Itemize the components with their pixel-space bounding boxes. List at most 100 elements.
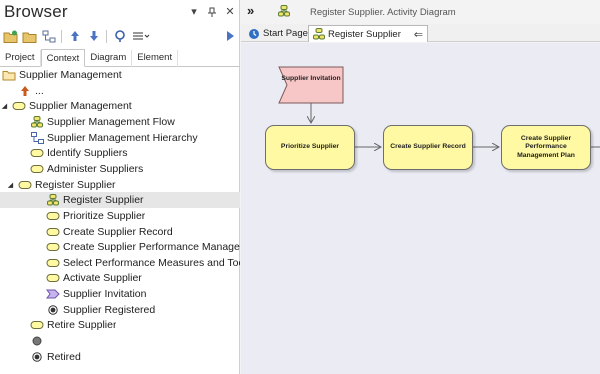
tree-item[interactable]: Register Supplier <box>0 192 240 208</box>
tree-item-label: Supplier Management <box>19 68 122 81</box>
browser-toolbar <box>0 27 240 45</box>
node-supplier-invitation[interactable]: Supplier Invitation <box>279 75 343 84</box>
tree-item-label: Retire Supplier <box>47 318 117 331</box>
browser-window-controls: ▾ ✕ <box>187 5 237 19</box>
node-prioritize-supplier[interactable]: Prioritize Supplier <box>265 125 355 170</box>
tree-item[interactable]: ◢ Supplier Management <box>0 98 240 114</box>
tree-item-label: Create Supplier Performance Managem <box>63 240 240 253</box>
tree-item[interactable]: ◢ Register Supplier <box>0 177 240 193</box>
dropdown-icon[interactable]: ▾ <box>187 5 201 19</box>
tree-item-label: Register Supplier <box>35 178 116 191</box>
tree-item[interactable]: Retire Supplier <box>0 317 240 333</box>
tree-item-label: Select Performance Measures and Tool <box>63 256 240 269</box>
tree-item[interactable]: Administer Suppliers <box>0 161 240 177</box>
diagram-title: Register Supplier. Activity Diagram <box>310 7 456 18</box>
activity-icon <box>30 319 44 331</box>
tree-item-label: Supplier Management Flow <box>47 115 175 128</box>
toolbar-separator <box>106 29 107 43</box>
tree-item-label: Create Supplier Record <box>63 225 173 238</box>
browser-tree: Supplier Management... ◢ Supplier Manageme… <box>0 67 240 374</box>
initial-node-icon <box>30 335 44 347</box>
activity-diagram-icon <box>46 193 60 206</box>
activity-icon <box>30 147 44 159</box>
tab-element[interactable]: Element <box>132 50 179 67</box>
tree-item-label: Supplier Management Hierarchy <box>47 131 198 144</box>
document-tabs: Start Page Register Supplier ⇐ <box>241 24 600 42</box>
tree-item-label: Supplier Management <box>29 99 132 112</box>
activity-icon <box>46 272 60 284</box>
tree-item[interactable]: ... <box>0 83 240 99</box>
tree-item-label: Activate Supplier <box>63 271 142 284</box>
tree-item-label: Retired <box>47 350 81 363</box>
tree-item-label: Administer Suppliers <box>47 162 144 175</box>
event-icon <box>46 288 60 300</box>
node-create-supplier-performance-plan[interactable]: Create Supplier Performance Management P… <box>501 125 591 170</box>
locate-icon[interactable] <box>112 29 127 44</box>
browser-tabs: Project Context Diagram Element <box>0 49 240 67</box>
activity-icon <box>30 163 44 175</box>
package-icon <box>2 69 16 81</box>
activity-icon <box>18 179 32 191</box>
activity-icon <box>12 100 26 112</box>
activity-diagram-icon <box>278 5 290 20</box>
move-down-icon[interactable] <box>86 29 101 44</box>
tree-item-label: Prioritize Supplier <box>63 209 146 222</box>
tree-item[interactable]: Supplier Management Flow <box>0 114 240 130</box>
tree-item-label: Identify Suppliers <box>47 146 128 159</box>
tab-diagram[interactable]: Diagram <box>85 50 133 67</box>
final-node-icon <box>46 304 60 316</box>
expand-toggle-icon[interactable]: ◢ <box>6 181 15 189</box>
play-icon[interactable] <box>222 29 237 44</box>
activity-icon <box>46 226 60 238</box>
pin-icon[interactable] <box>205 5 219 19</box>
diagram-connectors <box>278 66 600 374</box>
move-up-icon[interactable] <box>67 29 82 44</box>
tree-item[interactable]: Create Supplier Record <box>0 224 240 240</box>
tree-item[interactable]: Activate Supplier <box>0 270 240 286</box>
tree-item-label: ... <box>35 84 44 97</box>
tab-context[interactable]: Context <box>40 49 86 67</box>
tree-item[interactable]: Create Supplier Performance Managem <box>0 239 240 255</box>
tree-item[interactable]: Prioritize Supplier <box>0 208 240 224</box>
diagram-canvas[interactable]: Supplier Invitation Prioritize Supplier … <box>241 43 600 374</box>
node-create-supplier-record[interactable]: Create Supplier Record <box>383 125 473 170</box>
tree-item[interactable]: Supplier Invitation <box>0 286 240 302</box>
new-folder-icon[interactable] <box>22 29 37 44</box>
signal-event-shape[interactable] <box>278 66 344 104</box>
close-icon[interactable]: ✕ <box>223 5 237 19</box>
collapse-button[interactable]: » <box>247 3 254 18</box>
activity-icon <box>46 210 60 222</box>
activity-icon <box>46 257 60 269</box>
activity-icon <box>46 241 60 253</box>
browser-title: Browser <box>4 2 68 21</box>
tree-item-label: Supplier Invitation <box>63 287 147 300</box>
tab-register-supplier-label: Register Supplier <box>328 28 401 40</box>
tree-item[interactable]: Identify Suppliers <box>0 145 240 161</box>
new-diagram-icon[interactable] <box>41 29 56 44</box>
browser-panel: Browser ▾ ✕ Project Context Diagram Elem… <box>0 0 240 374</box>
tree-item[interactable] <box>0 333 240 349</box>
tree-item[interactable]: Supplier Management Hierarchy <box>0 130 240 146</box>
tab-close-icon[interactable]: ⇐ <box>414 28 423 41</box>
activity-diagram-icon <box>30 115 44 128</box>
up-arrow-icon <box>18 85 32 97</box>
new-package-icon[interactable] <box>3 29 18 44</box>
tab-register-supplier[interactable]: Register Supplier ⇐ <box>308 25 428 42</box>
tab-start-label: Start Page <box>263 28 308 39</box>
tree-item-label: Supplier Registered <box>63 303 156 316</box>
tree-item[interactable]: Supplier Registered <box>0 302 240 318</box>
tab-project[interactable]: Project <box>0 50 41 67</box>
toolbar-separator <box>61 29 62 43</box>
expand-toggle-icon[interactable]: ◢ <box>0 102 9 110</box>
tab-start-page[interactable]: Start Page <box>244 25 312 42</box>
final-node-icon <box>30 351 44 363</box>
tree-item-label: Register Supplier <box>63 193 144 206</box>
start-page-icon <box>248 28 260 40</box>
hierarchy-diagram-icon <box>30 131 44 144</box>
tree-item[interactable]: Select Performance Measures and Tool <box>0 255 240 271</box>
tree-item[interactable]: Retired <box>0 349 240 365</box>
diagram-header: » Register Supplier. Activity Diagram <box>241 0 600 24</box>
tree-item[interactable]: Supplier Management <box>0 67 240 83</box>
activity-diagram-icon <box>313 28 325 40</box>
menu-icon[interactable] <box>131 29 151 44</box>
